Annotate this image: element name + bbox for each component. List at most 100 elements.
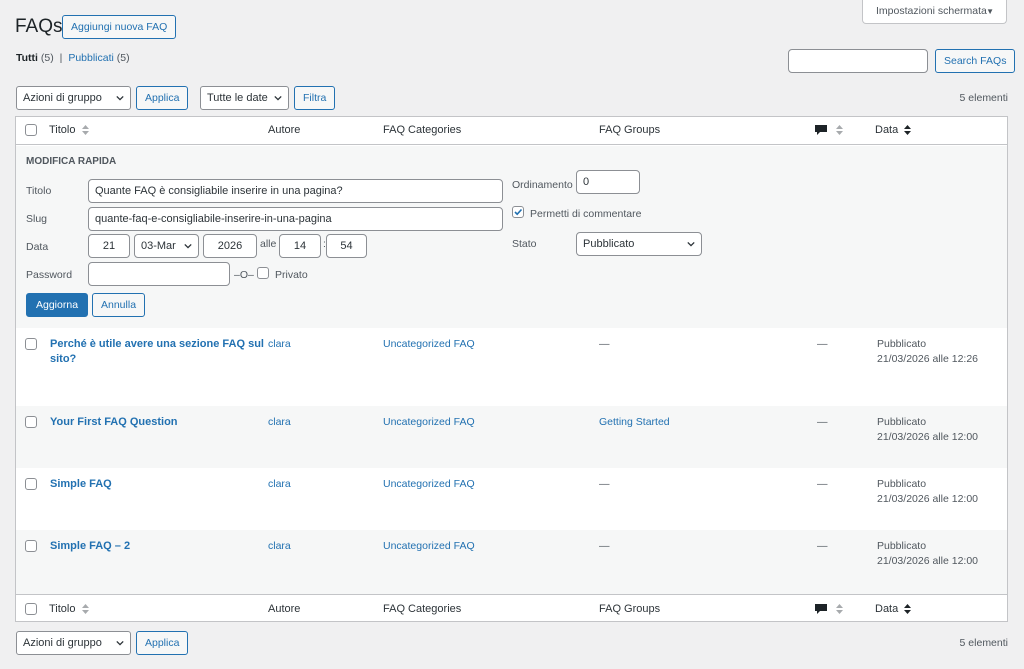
column-groups: FAQ Groups [599,603,661,615]
date-label: Data [26,241,49,253]
comment-bubble-icon [815,124,827,135]
order-field[interactable]: 0 [576,170,640,194]
row-title[interactable]: Your First FAQ Question [50,415,178,430]
screen-options-label: Impostazioni schermata [876,5,987,17]
column-author: Autore [268,124,301,136]
quick-edit-heading: MODIFICA RAPIDA [26,156,117,167]
screen-options-button[interactable]: Impostazioni schermata ▼ [862,0,1007,24]
at-label: alle [260,238,277,250]
column-date[interactable]: Data [875,603,912,615]
private-checkbox[interactable] [257,267,269,279]
filter-published-count: (5) [116,52,130,64]
row-title[interactable]: Perché è utile avere una sezione FAQ sul… [50,337,264,367]
table-footer: Titolo Autore FAQ Categories FAQ Groups … [16,594,1007,622]
password-field[interactable] [88,262,230,286]
faqs-table: Titolo Autore FAQ Categories FAQ Groups … [15,116,1008,622]
minute-field[interactable]: 54 [326,234,367,258]
row-status: Pubblicato [877,416,927,428]
filter-all-count: (5) [40,52,54,64]
items-count: 5 elementi [959,92,1008,104]
bulk-actions-value: Azioni di gruppo [23,637,102,649]
row-comments: — [817,416,828,428]
table-header: Titolo Autore FAQ Categories FAQ Groups … [16,117,1007,145]
bulk-actions-select-bottom[interactable]: Azioni di gruppo [16,631,131,655]
row-category[interactable]: Uncategorized FAQ [383,478,475,490]
row-title[interactable]: Simple FAQ – 2 [50,539,130,554]
row-date: Pubblicato 21/03/2026 alle 12:00 [877,415,978,445]
table-row: Simple FAQ – 2 clara Uncategorized FAQ —… [16,530,1007,594]
column-title[interactable]: Titolo [49,124,89,136]
apply-button[interactable]: Applica [136,86,189,110]
add-new-faq-button[interactable]: Aggiungi nuova FAQ [62,15,177,39]
update-button[interactable]: Aggiorna [26,293,89,317]
row-date: Pubblicato 21/03/2026 alle 12:00 [877,477,978,507]
slug-field[interactable]: quante-faq-e-consigliabile-inserire-in-u… [88,207,503,231]
filter-button[interactable]: Filtra [294,86,336,110]
row-title[interactable]: Simple FAQ [50,477,112,492]
password-label: Password [26,269,73,281]
month-select[interactable]: 03-Mar [134,234,199,258]
row-checkbox[interactable] [25,540,37,552]
row-checkbox[interactable] [25,478,37,490]
chevron-down-icon [116,95,124,101]
row-title-line: Simple FAQ – 2 [50,540,131,552]
row-comments: — [817,338,828,350]
column-author: Autore [268,603,301,615]
column-date-label: Data [875,603,899,615]
row-category[interactable]: Uncategorized FAQ [383,540,475,552]
status-select[interactable]: Pubblicato [576,232,702,256]
table-row: Perché è utile avere una sezione FAQ sul… [16,328,1007,406]
column-title[interactable]: Titolo [49,603,89,615]
search-faqs-button[interactable]: Search FAQs [935,49,1016,73]
column-date[interactable]: Data [875,124,912,136]
chevron-down-icon [116,640,124,646]
sort-icon [81,125,89,136]
caret-down-icon: ▼ [986,7,994,16]
search-input[interactable] [788,49,928,73]
row-title-line: sito? [50,353,77,365]
chevron-down-icon [274,95,282,101]
row-status: Pubblicato [877,338,927,350]
row-group[interactable]: Getting Started [599,416,670,428]
row-title-line: Your First FAQ Question [50,416,178,428]
row-date: Pubblicato 21/03/2026 alle 12:00 [877,539,978,569]
row-checkbox[interactable] [25,416,37,428]
row-comments: — [817,540,828,552]
row-category[interactable]: Uncategorized FAQ [383,338,475,350]
row-author[interactable]: clara [268,416,291,428]
column-comments[interactable] [815,603,844,615]
allow-comments-checkbox[interactable] [512,206,524,218]
sort-icon [836,125,844,136]
status-value: Pubblicato [583,238,635,250]
row-author[interactable]: clara [268,338,291,350]
row-checkbox[interactable] [25,338,37,350]
column-comments[interactable] [815,124,844,136]
select-all-checkbox[interactable] [25,603,37,615]
column-title-label: Titolo [49,124,76,136]
day-field[interactable]: 21 [88,234,130,258]
row-category[interactable]: Uncategorized FAQ [383,416,475,428]
row-group: — [599,338,610,350]
column-categories: FAQ Categories [383,603,462,615]
row-author[interactable]: clara [268,540,291,552]
row-date-value: 21/03/2026 alle 12:00 [877,493,979,505]
private-label: Privato [275,269,308,281]
row-date-value: 21/03/2026 alle 12:00 [877,431,979,443]
row-date: Pubblicato 21/03/2026 alle 12:26 [877,337,978,367]
bulk-actions-select[interactable]: Azioni di gruppo [16,86,131,110]
title-field[interactable]: Quante FAQ è consigliabile inserire in u… [88,179,503,203]
allow-comments-label: Permetti di commentare [530,208,642,220]
dates-select[interactable]: Tutte le date [200,86,289,110]
table-row: Simple FAQ clara Uncategorized FAQ — — P… [16,468,1007,530]
year-field[interactable]: 2026 [203,234,257,258]
cancel-button[interactable]: Annulla [92,293,146,317]
hour-field[interactable]: 14 [279,234,321,258]
select-all-checkbox[interactable] [25,124,37,136]
apply-button-bottom[interactable]: Applica [136,631,189,655]
filter-published[interactable]: Pubblicati [68,52,114,64]
checkmark-icon [514,208,523,216]
row-author[interactable]: clara [268,478,291,490]
filter-all[interactable]: Tutti [16,52,38,64]
row-date-value: 21/03/2026 alle 12:00 [877,555,979,567]
chevron-down-icon [184,243,192,249]
